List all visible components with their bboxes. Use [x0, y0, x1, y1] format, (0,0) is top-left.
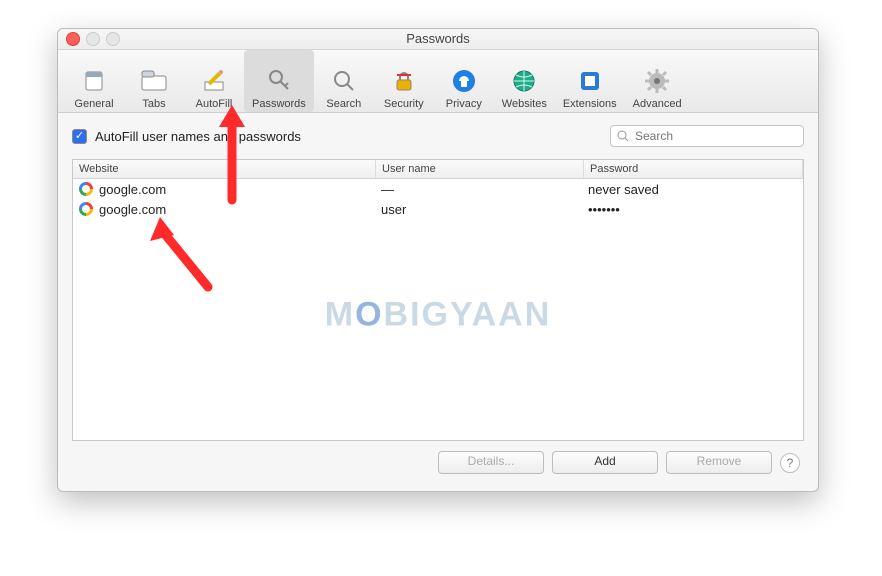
remove-button[interactable]: Remove	[666, 451, 772, 474]
preferences-window: Passwords General Tabs AutoFill	[57, 28, 819, 492]
tab-security[interactable]: Security	[374, 50, 434, 112]
table-row[interactable]: google.com user •••••••	[73, 199, 803, 219]
help-button[interactable]: ?	[780, 453, 800, 473]
col-username[interactable]: User name	[376, 160, 584, 178]
prefs-toolbar: General Tabs AutoFill Passwords Search	[58, 50, 818, 113]
window-title: Passwords	[58, 29, 818, 49]
check-icon: ✓	[75, 131, 84, 142]
gear-icon	[642, 66, 672, 96]
content-area: ✓ AutoFill user names and passwords Webs…	[58, 113, 818, 486]
search-icon	[617, 130, 629, 142]
extensions-icon	[575, 66, 605, 96]
col-website[interactable]: Website	[73, 160, 376, 178]
add-button[interactable]: Add	[552, 451, 658, 474]
tab-extensions[interactable]: Extensions	[555, 50, 625, 112]
privacy-icon	[449, 66, 479, 96]
general-icon	[79, 66, 109, 96]
footer-buttons: Details... Add Remove ?	[72, 441, 804, 474]
tab-passwords[interactable]: Passwords	[244, 50, 314, 112]
key-icon	[264, 66, 294, 96]
tab-privacy[interactable]: Privacy	[434, 50, 494, 112]
tab-search[interactable]: Search	[314, 50, 374, 112]
autofill-checkbox[interactable]: ✓	[72, 129, 87, 144]
autofill-label: AutoFill user names and passwords	[95, 129, 301, 144]
watermark-text: MOBIGYAAN	[325, 295, 551, 334]
table-body[interactable]: google.com — never saved google.com user…	[73, 179, 803, 440]
tab-tabs[interactable]: Tabs	[124, 50, 184, 112]
table-header: Website User name Password	[73, 160, 803, 179]
autofill-row: ✓ AutoFill user names and passwords	[72, 125, 804, 147]
search-field[interactable]	[610, 125, 804, 147]
col-password[interactable]: Password	[584, 160, 803, 178]
details-button[interactable]: Details...	[438, 451, 544, 474]
table-row[interactable]: google.com — never saved	[73, 179, 803, 199]
globe-icon	[509, 66, 539, 96]
search-input[interactable]	[633, 128, 797, 144]
autofill-icon	[199, 66, 229, 96]
lock-icon	[389, 66, 419, 96]
passwords-table: Website User name Password google.com — …	[72, 159, 804, 441]
tab-advanced[interactable]: Advanced	[625, 50, 690, 112]
google-favicon	[79, 202, 93, 216]
tab-websites[interactable]: Websites	[494, 50, 555, 112]
tabs-icon	[139, 66, 169, 96]
search-icon	[329, 66, 359, 96]
google-favicon	[79, 182, 93, 196]
tab-general[interactable]: General	[64, 50, 124, 112]
tab-autofill[interactable]: AutoFill	[184, 50, 244, 112]
